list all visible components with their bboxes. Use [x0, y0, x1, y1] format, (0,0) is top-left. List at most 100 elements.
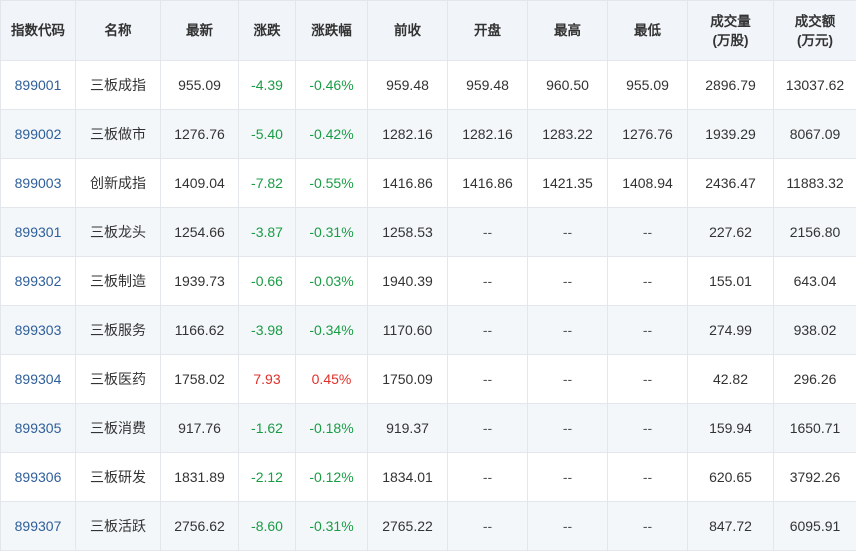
- cell-change: -4.39: [238, 60, 296, 110]
- column-header-open[interactable]: 开盘: [447, 0, 528, 61]
- column-header-low[interactable]: 最低: [607, 0, 688, 61]
- cell-latest: 1939.73: [160, 256, 239, 306]
- cell-code: 899301: [0, 207, 76, 257]
- cell-low: --: [607, 305, 688, 355]
- table-row[interactable]: 899304 三板医药 1758.02 7.93 0.45% 1750.09 -- -- -- 4…: [0, 354, 856, 404]
- table-body: 899001 三板成指 955.09 -4.39 -0.46% 959.48 959.48 9…: [0, 60, 856, 551]
- table-row[interactable]: 899302 三板制造 1939.73 -0.66 -0.03% 1940.39 -- -- -…: [0, 256, 856, 306]
- index-code-link[interactable]: 899003: [15, 175, 62, 191]
- index-code-link[interactable]: 899305: [15, 420, 62, 436]
- cell-code: 899002: [0, 109, 76, 159]
- index-code-link[interactable]: 899301: [15, 224, 62, 240]
- index-code-link[interactable]: 899307: [15, 518, 62, 534]
- cell-change: -3.98: [238, 305, 296, 355]
- cell-name: 三板龙头: [75, 207, 161, 257]
- column-header-turnover[interactable]: 成交额 (万元): [773, 0, 856, 61]
- column-header-label: 成交量: [710, 13, 751, 29]
- table-row[interactable]: 899001 三板成指 955.09 -4.39 -0.46% 959.48 959.48 9…: [0, 60, 856, 110]
- cell-low: --: [607, 207, 688, 257]
- cell-turnover: 11883.32: [773, 158, 856, 208]
- cell-latest: 1254.66: [160, 207, 239, 257]
- table-row[interactable]: 899002 三板做市 1276.76 -5.40 -0.42% 1282.16 1282.…: [0, 109, 856, 159]
- cell-volume: 42.82: [687, 354, 774, 404]
- cell-low: --: [607, 403, 688, 453]
- column-header-label: 前收: [394, 23, 421, 38]
- index-code-link[interactable]: 899302: [15, 273, 62, 289]
- column-header-label: 指数代码: [11, 23, 65, 38]
- cell-latest: 955.09: [160, 60, 239, 110]
- column-header-label: (万股): [712, 32, 749, 48]
- cell-latest: 1409.04: [160, 158, 239, 208]
- cell-change: -7.82: [238, 158, 296, 208]
- column-header-label: 涨跌幅: [311, 23, 352, 38]
- cell-open: --: [447, 501, 528, 551]
- column-header-label: (万元): [797, 32, 833, 48]
- column-header-label: 最低: [634, 23, 661, 38]
- cell-latest: 2756.62: [160, 501, 239, 551]
- cell-code: 899306: [0, 452, 76, 502]
- cell-volume: 227.62: [687, 207, 774, 257]
- column-header-latest[interactable]: 最新: [160, 0, 239, 61]
- column-header-prev-close[interactable]: 前收: [367, 0, 448, 61]
- cell-latest: 1831.89: [160, 452, 239, 502]
- column-header-high[interactable]: 最高: [527, 0, 608, 61]
- cell-change: -3.87: [238, 207, 296, 257]
- cell-low: --: [607, 354, 688, 404]
- cell-open: --: [447, 256, 528, 306]
- cell-change: -0.66: [238, 256, 296, 306]
- cell-high: --: [527, 452, 608, 502]
- cell-low: --: [607, 501, 688, 551]
- cell-change: -5.40: [238, 109, 296, 159]
- cell-high: --: [527, 207, 608, 257]
- index-code-link[interactable]: 899303: [15, 322, 62, 338]
- cell-change-pct: -0.03%: [295, 256, 368, 306]
- cell-high: --: [527, 256, 608, 306]
- table-row[interactable]: 899306 三板研发 1831.89 -2.12 -0.12% 1834.01 -- -- -…: [0, 452, 856, 502]
- cell-prev-close: 1750.09: [367, 354, 448, 404]
- cell-name: 三板医药: [75, 354, 161, 404]
- column-header-label: 开盘: [474, 23, 501, 38]
- cell-name: 三板做市: [75, 109, 161, 159]
- cell-high: 1283.22: [527, 109, 608, 159]
- cell-code: 899003: [0, 158, 76, 208]
- cell-high: --: [527, 354, 608, 404]
- cell-volume: 274.99: [687, 305, 774, 355]
- index-code-link[interactable]: 899002: [15, 126, 62, 142]
- column-header-change[interactable]: 涨跌: [238, 0, 296, 61]
- cell-open: --: [447, 403, 528, 453]
- cell-high: --: [527, 501, 608, 551]
- index-code-link[interactable]: 899001: [15, 77, 62, 93]
- column-header-label: 涨跌: [253, 23, 281, 38]
- cell-prev-close: 1282.16: [367, 109, 448, 159]
- cell-prev-close: 1170.60: [367, 305, 448, 355]
- cell-high: --: [527, 403, 608, 453]
- cell-volume: 847.72: [687, 501, 774, 551]
- table-row[interactable]: 899301 三板龙头 1254.66 -3.87 -0.31% 1258.53 -- -- -…: [0, 207, 856, 257]
- cell-volume: 2436.47: [687, 158, 774, 208]
- cell-change-pct: -0.42%: [295, 109, 368, 159]
- cell-volume: 159.94: [687, 403, 774, 453]
- cell-prev-close: 1416.86: [367, 158, 448, 208]
- cell-open: --: [447, 452, 528, 502]
- column-header-label: 成交额: [794, 13, 836, 29]
- cell-change-pct: -0.55%: [295, 158, 368, 208]
- table-row[interactable]: 899303 三板服务 1166.62 -3.98 -0.34% 1170.60 -- -- -…: [0, 305, 856, 355]
- cell-name: 三板活跃: [75, 501, 161, 551]
- cell-prev-close: 959.48: [367, 60, 448, 110]
- table-row[interactable]: 899305 三板消费 917.76 -1.62 -0.18% 919.37 -- -- -- 1…: [0, 403, 856, 453]
- cell-prev-close: 1258.53: [367, 207, 448, 257]
- column-header-code[interactable]: 指数代码: [0, 0, 76, 61]
- cell-turnover: 3792.26: [773, 452, 856, 502]
- column-header-change-pct[interactable]: 涨跌幅: [295, 0, 368, 61]
- table-row[interactable]: 899307 三板活跃 2756.62 -8.60 -0.31% 2765.22 -- -- -…: [0, 501, 856, 551]
- index-code-link[interactable]: 899306: [15, 469, 62, 485]
- cell-low: --: [607, 452, 688, 502]
- column-header-name[interactable]: 名称: [75, 0, 161, 61]
- index-code-link[interactable]: 899304: [15, 371, 62, 387]
- cell-volume: 155.01: [687, 256, 774, 306]
- cell-change: -8.60: [238, 501, 296, 551]
- column-header-volume[interactable]: 成交量 (万股): [687, 0, 774, 61]
- table-row[interactable]: 899003 创新成指 1409.04 -7.82 -0.55% 1416.86 1416.…: [0, 158, 856, 208]
- column-header-label: 最高: [554, 23, 581, 38]
- column-header-label: 最新: [186, 23, 213, 38]
